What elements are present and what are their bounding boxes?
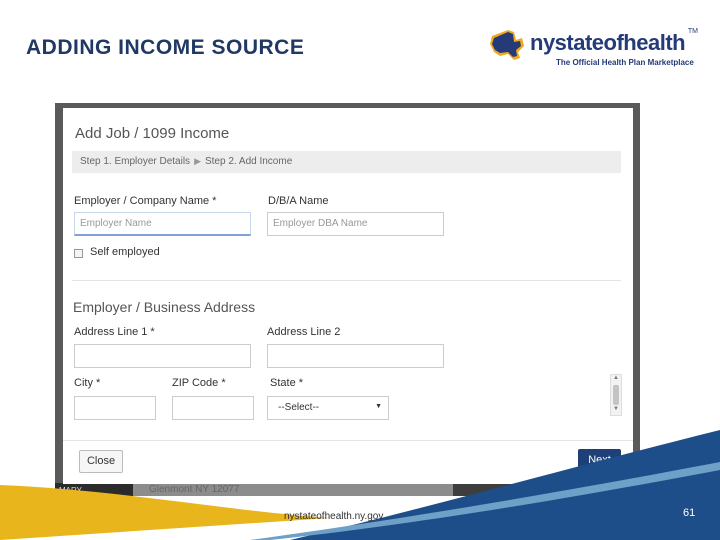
- city-label: City *: [74, 377, 101, 389]
- state-label: State *: [270, 377, 304, 389]
- dba-name-input[interactable]: Employer DBA Name: [267, 212, 444, 236]
- chevron-right-icon: ▶: [194, 156, 201, 166]
- breadcrumb: Step 1. Employer Details ▶ Step 2. Add Inc…: [72, 151, 621, 173]
- page-number: 61: [683, 507, 696, 519]
- slide-title: ADDING INCOME SOURCE: [26, 36, 305, 59]
- ny-state-map-icon: [490, 30, 524, 60]
- nystateofhealth-logo: nystateofhealth TM The Official Health P…: [486, 22, 700, 78]
- footer-url: nystateofhealth.ny.gov: [284, 511, 384, 522]
- scroll-up-arrow-icon[interactable]: ▲: [613, 375, 619, 381]
- logo-trademark: TM: [687, 28, 698, 35]
- address-line-1-input[interactable]: [74, 344, 251, 368]
- logo-tagline: The Official Health Plan Marketplace: [556, 58, 694, 67]
- address-line-2-input[interactable]: [267, 344, 444, 368]
- address-line-1-label: Address Line 1 *: [74, 326, 155, 338]
- modal-title: Add Job / 1099 Income: [75, 125, 230, 142]
- dba-name-label: D/B/A Name: [268, 195, 329, 207]
- breadcrumb-step-2: Step 2. Add Income: [204, 156, 293, 167]
- employer-name-input[interactable]: Employer Name: [74, 212, 251, 236]
- address-line-2-label: Address Line 2: [267, 326, 341, 338]
- employer-name-label: Employer / Company Name *: [74, 195, 217, 207]
- self-employed-label[interactable]: Self employed: [90, 246, 160, 258]
- address-section-title: Employer / Business Address: [73, 299, 256, 315]
- zip-code-label: ZIP Code *: [172, 377, 226, 389]
- breadcrumb-step-1[interactable]: Step 1. Employer Details: [80, 156, 190, 167]
- self-employed-checkbox[interactable]: [74, 249, 83, 258]
- section-divider: [72, 280, 621, 281]
- logo-wordmark: nystateofhealth: [530, 30, 686, 55]
